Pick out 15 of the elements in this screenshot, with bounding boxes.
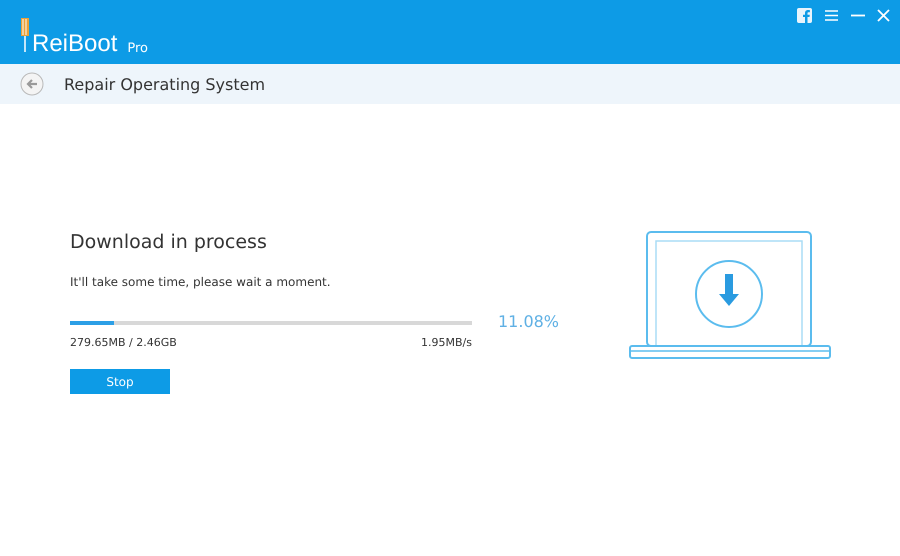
close-icon[interactable] bbox=[877, 9, 890, 22]
status-note: It'll take some time, please wait a moment. bbox=[70, 274, 332, 290]
app-logo: ReiBoot bbox=[32, 29, 118, 59]
downloaded-size: 279.65MB / 2.46GB bbox=[70, 336, 177, 349]
progress-percent: 11.08% bbox=[498, 312, 560, 331]
page-title: Repair Operating System bbox=[64, 74, 266, 94]
back-icon[interactable] bbox=[20, 72, 44, 96]
edition-label: Pro bbox=[127, 41, 148, 56]
facebook-icon[interactable] bbox=[797, 8, 812, 23]
menu-icon[interactable] bbox=[824, 9, 839, 22]
stop-button[interactable]: Stop bbox=[70, 369, 170, 394]
minimize-icon[interactable] bbox=[851, 14, 865, 17]
status-heading: Download in process bbox=[70, 230, 268, 255]
download-speed: 1.95MB/s bbox=[421, 336, 472, 349]
screwdriver-icon bbox=[20, 18, 30, 54]
